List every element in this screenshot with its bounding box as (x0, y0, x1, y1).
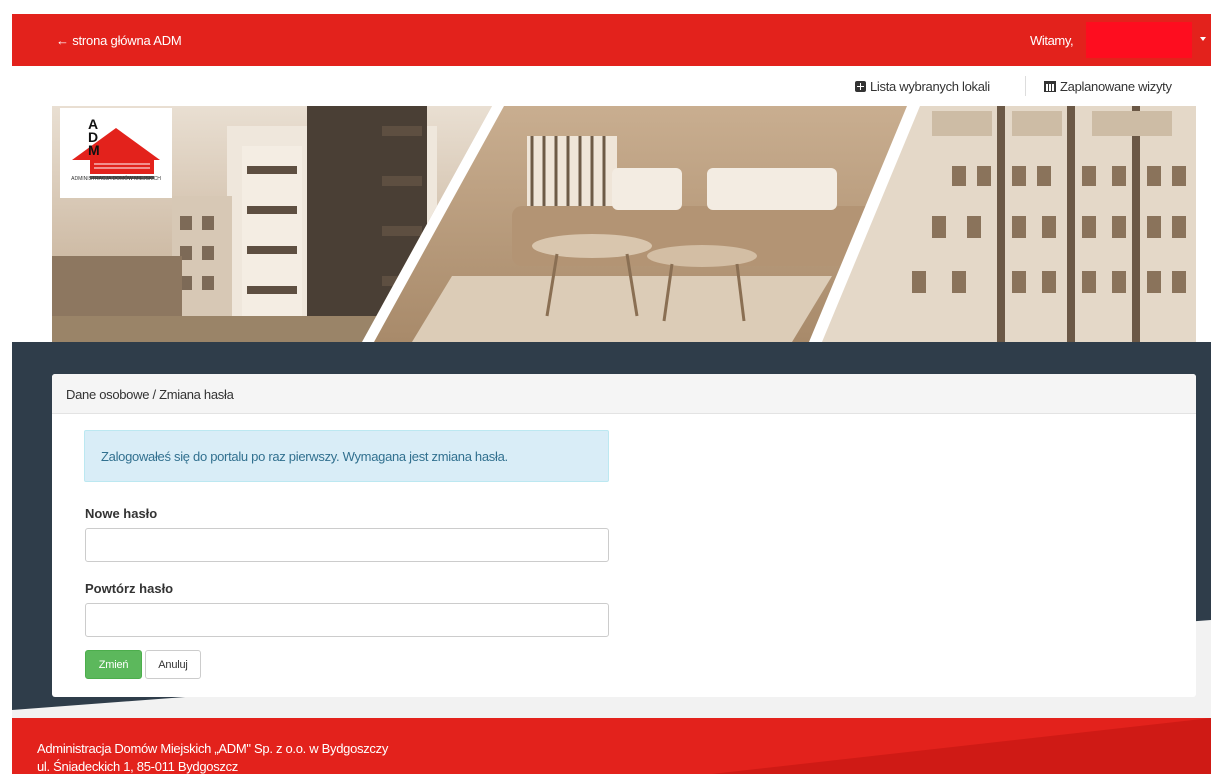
change-password-panel: Dane osobowe / Zmiana hasła Zalogowałeś … (52, 374, 1196, 697)
selected-units-label: Lista wybranych lokali (870, 79, 990, 94)
adm-logo-graphic (72, 128, 160, 179)
sub-navigation: Lista wybranych lokali Zaplanowane wizyt… (12, 66, 1211, 106)
footer: Administracja Domów Miejskich „ADM" Sp. … (12, 718, 1211, 774)
footer-company-name: Administracja Domów Miejskich „ADM" Sp. … (37, 741, 389, 756)
change-password-button[interactable]: Zmień (85, 650, 142, 679)
redacted-username (1086, 22, 1192, 58)
planned-visits-link[interactable]: Zaplanowane wizyty (1044, 79, 1172, 94)
breadcrumb: Dane osobowe / Zmiana hasła (52, 374, 1196, 414)
new-password-label: Nowe hasło (85, 506, 158, 521)
hero-banner (52, 106, 1196, 342)
calendar-icon (1044, 81, 1056, 92)
selected-units-link[interactable]: Lista wybranych lokali (855, 79, 990, 94)
welcome-text: Witamy, (1030, 33, 1074, 48)
subnav-divider (1025, 76, 1026, 96)
planned-visits-label: Zaplanowane wizyty (1060, 79, 1172, 94)
top-bar: ← strona główna ADM Witamy, (12, 14, 1211, 66)
adm-logo-letters: A D M (88, 116, 100, 158)
cancel-button[interactable]: Anuluj (145, 650, 201, 679)
plus-square-icon (855, 81, 866, 92)
footer-address: ul. Śniadeckich 1, 85-011 Bydgoszcz (37, 759, 238, 774)
repeat-password-input[interactable] (85, 603, 609, 637)
home-link[interactable]: ← strona główna ADM (56, 33, 182, 48)
adm-logo-subtitle: ADMINISTRACJA DOMÓW MIEJSKICH (71, 176, 161, 182)
user-menu-caret-icon[interactable] (1200, 37, 1206, 41)
adm-logo[interactable]: A D M ADMINISTRACJA DOMÓW MIEJSKICH (60, 108, 172, 198)
first-login-alert: Zalogowałeś się do portalu po raz pierws… (84, 430, 609, 482)
new-password-input[interactable] (85, 528, 609, 562)
repeat-password-label: Powtórz hasło (85, 581, 174, 596)
